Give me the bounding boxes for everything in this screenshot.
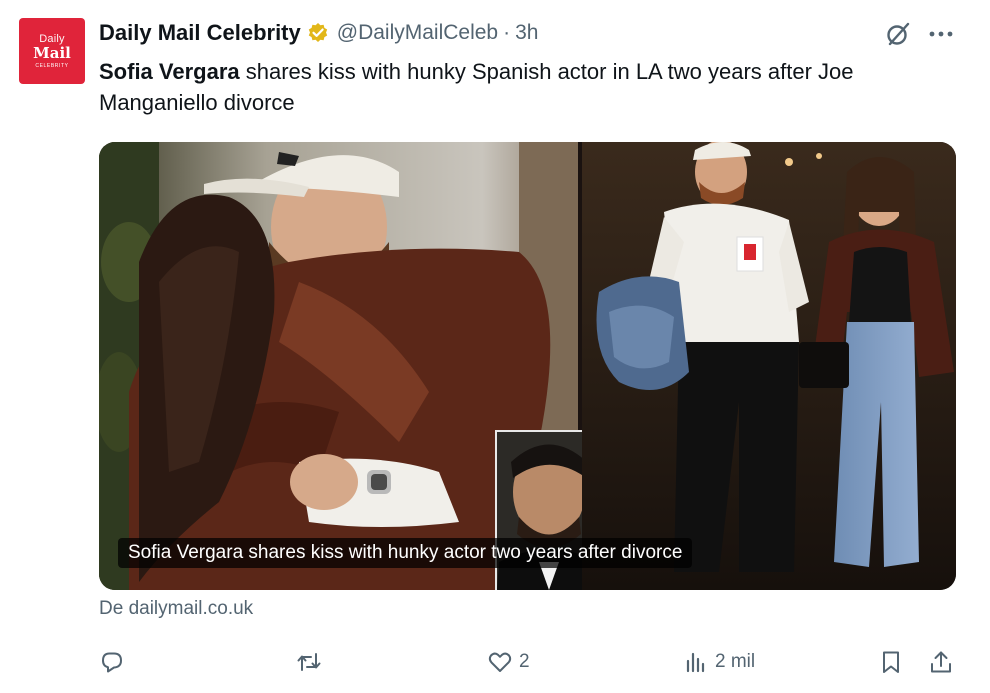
views-button[interactable]: 2 mil — [683, 646, 755, 678]
timestamp[interactable]: 3h — [515, 21, 538, 45]
link-card[interactable]: Sofia Vergara shares kiss with hunky act… — [99, 142, 956, 590]
separator-dot: · — [503, 21, 511, 44]
avatar[interactable]: Daily Mail CELEBRITY — [19, 18, 85, 84]
like-button[interactable]: 2 — [487, 646, 530, 678]
views-icon — [686, 652, 705, 673]
avatar-text-daily: Daily — [39, 32, 65, 45]
link-source[interactable]: De dailymail.co.uk — [99, 598, 253, 620]
more-icon[interactable] — [926, 20, 956, 48]
bookmark-icon — [883, 651, 899, 673]
tweet-text-bold: Sofia Vergara — [99, 59, 240, 84]
handle[interactable]: @DailyMailCeleb — [337, 21, 498, 45]
right-photo-walking — [582, 142, 956, 590]
card-photo-collage — [99, 142, 956, 590]
retweet-button[interactable] — [296, 646, 328, 678]
retweet-icon — [297, 653, 321, 671]
bookmark-button[interactable] — [878, 646, 904, 678]
avatar-text-celebrity: CELEBRITY — [35, 62, 69, 69]
grok-icon[interactable] — [884, 20, 912, 48]
display-name[interactable]: Daily Mail Celebrity — [99, 20, 301, 46]
tweet-actions: 2 2 mil — [0, 646, 990, 678]
verified-badge-icon[interactable] — [307, 22, 329, 44]
views-count: 2 mil — [715, 651, 756, 672]
avatar-text-mail: Mail — [33, 43, 71, 62]
share-icon — [931, 651, 951, 673]
reply-button[interactable] — [99, 646, 131, 678]
card-caption: Sofia Vergara shares kiss with hunky act… — [118, 538, 693, 568]
heart-icon — [488, 652, 512, 672]
tweet-text: Sofia Vergara shares kiss with hunky Spa… — [99, 56, 949, 118]
tweet-header: Daily Mail Celebrity @DailyMailCeleb · 3… — [99, 18, 538, 48]
like-count: 2 — [519, 651, 530, 672]
share-button[interactable] — [928, 646, 954, 678]
reply-icon — [102, 652, 122, 673]
